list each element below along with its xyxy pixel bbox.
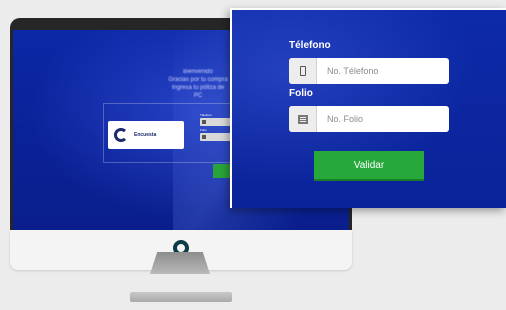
monitor-stand-base — [130, 292, 232, 302]
telefono-field[interactable] — [289, 58, 449, 84]
logo-text: Encuesta — [134, 132, 157, 138]
telefono-input[interactable] — [317, 66, 447, 76]
folio-field[interactable] — [289, 106, 449, 132]
validate-button[interactable]: Validar — [314, 151, 424, 179]
zoomed-form-panel: Télefono Folio Validar — [230, 8, 506, 208]
telefono-label: Télefono — [289, 40, 331, 51]
folio-label: Folio — [289, 88, 313, 99]
company-logo-icon — [114, 128, 128, 142]
folio-input[interactable] — [317, 114, 447, 124]
phone-icon — [289, 58, 317, 84]
screen-logo-card: Encuesta — [108, 121, 184, 149]
document-icon — [289, 106, 317, 132]
monitor-stand-neck — [150, 252, 210, 274]
